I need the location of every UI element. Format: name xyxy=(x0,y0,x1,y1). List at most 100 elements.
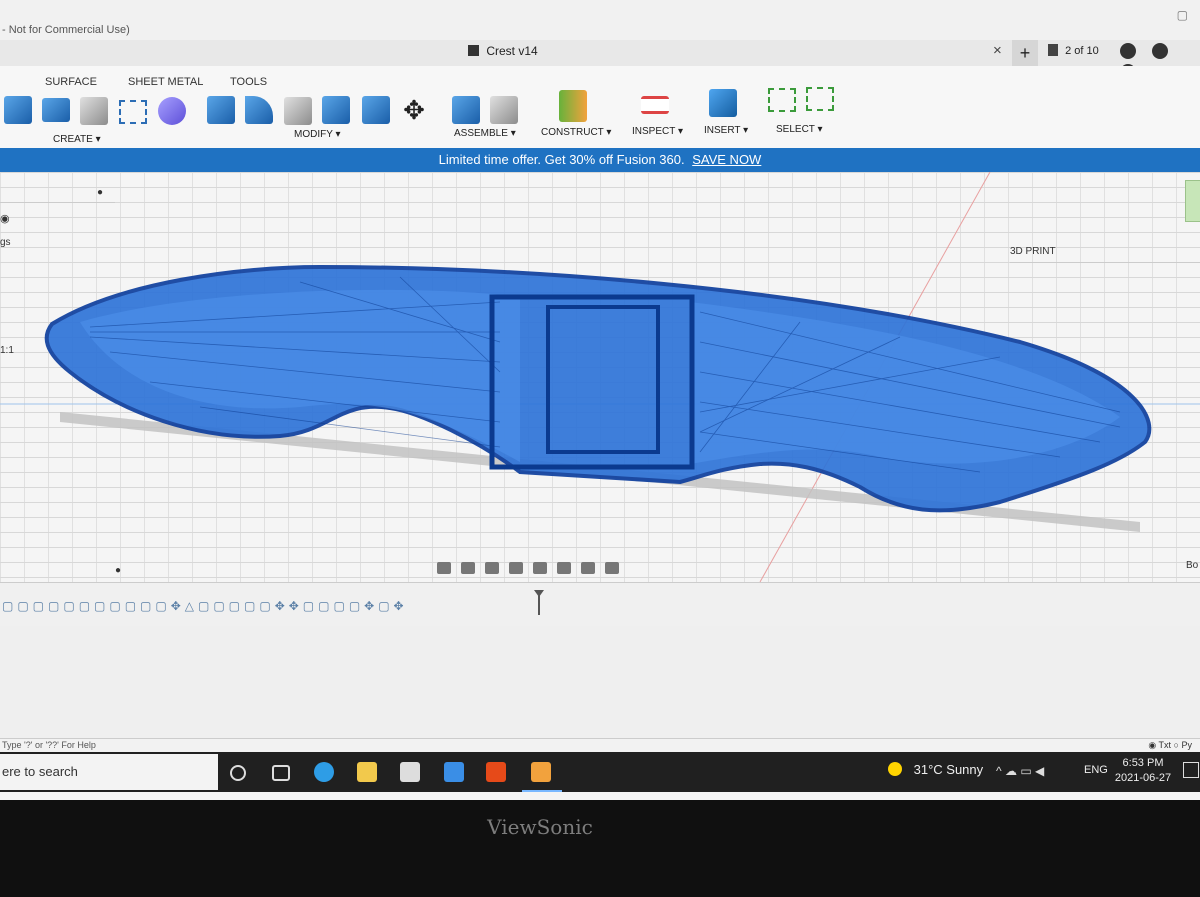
tab-tools[interactable]: TOOLS xyxy=(230,76,267,88)
py-radio-icon[interactable]: ○ xyxy=(1174,740,1179,750)
document-tab-label: Crest v14 xyxy=(486,44,538,58)
weather-label: 31°C Sunny xyxy=(913,762,984,777)
ribbon-toolbar: SURFACE SHEET METAL TOOLS CREATE ▾ ✥ MOD… xyxy=(0,66,1200,149)
joint-icon[interactable] xyxy=(490,96,518,124)
task-view-icon[interactable] xyxy=(272,765,290,781)
design-canvas[interactable]: 3D PRINT xyxy=(0,172,1200,582)
split-body-icon[interactable] xyxy=(362,96,390,124)
window-title: - Not for Commercial Use) xyxy=(2,24,130,36)
insert-image-icon[interactable] xyxy=(709,89,737,117)
document-tabbar: Crest v14 × + 2 of 10 xyxy=(0,40,1200,80)
promo-text: Limited time offer. Get 30% off Fusion 3… xyxy=(438,152,685,167)
bell-icon[interactable] xyxy=(1152,43,1169,59)
new-tab-button[interactable]: + xyxy=(1012,40,1038,66)
browser-item-units[interactable]: 1:1 xyxy=(0,345,14,356)
language-indicator[interactable]: ENG xyxy=(1084,764,1108,776)
timeline[interactable]: ▢▢▢▢▢▢▢▢▢▢▢✥△▢▢▢▢▢✥✥▢▢▢▢✥▢✥ xyxy=(0,582,1200,628)
grid-settings-icon[interactable] xyxy=(581,561,595,574)
timeline-marker[interactable] xyxy=(534,590,544,615)
print-tag-label: 3D PRINT xyxy=(1010,246,1056,257)
look-at-icon[interactable] xyxy=(461,561,475,574)
assemble-menu[interactable]: ASSEMBLE ▾ xyxy=(454,128,516,139)
browser-item-settings[interactable]: gs xyxy=(0,237,11,248)
offset-plane-icon[interactable] xyxy=(559,90,587,122)
cortana-icon[interactable] xyxy=(230,765,246,781)
text-commands-area xyxy=(0,626,1200,738)
file-explorer-icon[interactable] xyxy=(357,762,377,782)
window-controls[interactable]: ▢ xyxy=(1177,8,1188,22)
office-icon[interactable] xyxy=(486,762,506,782)
clock-date: 2021-06-27 xyxy=(1114,772,1172,784)
form-icon[interactable] xyxy=(158,97,186,125)
weather-widget[interactable]: 31°C Sunny xyxy=(888,762,983,777)
notifications-icon[interactable] xyxy=(1183,762,1199,778)
active-app-indicator xyxy=(522,790,562,792)
window-select-icon[interactable] xyxy=(806,87,834,111)
save-now-link[interactable]: SAVE NOW xyxy=(692,152,761,167)
zoom-icon[interactable] xyxy=(509,561,523,574)
pan-icon[interactable] xyxy=(485,561,499,574)
move-icon[interactable]: ✥ xyxy=(400,96,428,124)
measure-icon[interactable] xyxy=(641,96,669,114)
tab-sheet-metal[interactable]: SHEET METAL xyxy=(128,76,203,88)
browser-radio-icon[interactable]: ◉ xyxy=(0,212,10,225)
store-icon[interactable] xyxy=(400,762,420,782)
insert-menu[interactable]: INSERT ▾ xyxy=(704,125,748,136)
timeline-feature-icons[interactable]: ▢▢▢▢▢▢▢▢▢▢▢✥△▢▢▢▢▢✥✥▢▢▢▢✥▢✥ xyxy=(2,599,408,613)
taskbar-clock[interactable]: 6:53 PM 2021-06-27 xyxy=(1112,756,1174,786)
promo-banner: Limited time offer. Get 30% off Fusion 3… xyxy=(0,148,1200,172)
txt-radio-label: Txt xyxy=(1158,740,1172,750)
fillet-icon[interactable] xyxy=(245,96,273,124)
clock-icon[interactable] xyxy=(1120,43,1136,59)
browser-panel[interactable]: ● xyxy=(0,184,115,203)
clock-time: 6:53 PM xyxy=(1122,757,1164,769)
system-tray[interactable]: ^ ☁ ▭ ◀ xyxy=(996,764,1044,778)
command-hint[interactable]: Type '?' or '??' For Help xyxy=(2,740,96,750)
inspect-menu[interactable]: INSPECT ▾ xyxy=(632,126,683,137)
left-wing-surface xyxy=(80,289,520,462)
cube-icon xyxy=(468,45,479,56)
sun-icon xyxy=(888,762,902,776)
volume-icon[interactable]: ◀ xyxy=(1035,764,1044,778)
taskbar-search[interactable]: ere to search xyxy=(0,754,218,790)
press-pull-icon[interactable] xyxy=(207,96,235,124)
orbit-icon[interactable] xyxy=(437,561,451,574)
tab-surface[interactable]: SURFACE xyxy=(45,76,97,88)
command-mode-radios[interactable]: ◉ Txt ○ Py xyxy=(1148,740,1192,751)
modify-menu[interactable]: MODIFY ▾ xyxy=(294,129,341,140)
shell-icon[interactable] xyxy=(80,97,108,125)
comments-toggle-icon[interactable]: ● xyxy=(115,565,121,576)
select-icon[interactable] xyxy=(768,88,796,112)
edge-icon[interactable] xyxy=(314,762,334,782)
mail-icon[interactable] xyxy=(444,762,464,782)
monitor-screen: - Not for Commercial Use) ▢ Crest v14 × … xyxy=(0,0,1200,800)
display-settings-icon[interactable] xyxy=(557,561,571,574)
zoom-window-icon[interactable] xyxy=(533,561,547,574)
select-menu[interactable]: SELECT ▾ xyxy=(776,124,823,135)
combine-icon[interactable] xyxy=(322,96,350,124)
box-icon[interactable] xyxy=(4,96,32,124)
document-tab[interactable]: Crest v14 xyxy=(468,44,538,58)
chamfer-icon[interactable] xyxy=(284,97,312,125)
construct-menu[interactable]: CONSTRUCT ▾ xyxy=(541,127,611,138)
create-menu[interactable]: CREATE ▾ xyxy=(53,134,101,145)
navigation-bar xyxy=(437,560,647,576)
fusion-360-icon[interactable] xyxy=(531,762,551,782)
txt-radio-icon[interactable]: ◉ xyxy=(1148,740,1156,750)
network-icon[interactable]: ▭ xyxy=(1020,764,1031,778)
window-titlebar: - Not for Commercial Use) ▢ xyxy=(0,0,1200,41)
windows-taskbar: ere to search 31°C Sunny ^ ☁ ▭ ◀ ENG 6:5… xyxy=(0,752,1200,792)
new-component-icon[interactable] xyxy=(452,96,480,124)
chevron-up-icon[interactable]: ^ xyxy=(996,764,1002,778)
job-status[interactable]: 2 of 10 xyxy=(1048,44,1099,57)
viewports-icon[interactable] xyxy=(605,561,619,574)
sketch-icon[interactable] xyxy=(119,100,147,124)
viewcube[interactable] xyxy=(1185,180,1200,222)
extrude-icon[interactable] xyxy=(42,98,70,122)
model-viewport xyxy=(0,172,1200,582)
py-radio-label: Py xyxy=(1181,740,1192,750)
3d-print-tag[interactable]: 3D PRINT xyxy=(1010,246,1200,263)
onedrive-icon[interactable]: ☁ xyxy=(1005,764,1017,778)
browser-panel-toggle-icon[interactable]: ● xyxy=(97,187,103,198)
close-tab-button[interactable]: × xyxy=(993,42,1002,59)
